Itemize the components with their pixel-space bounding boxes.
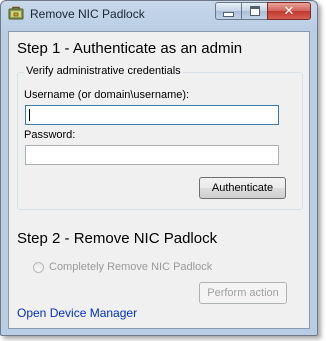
text-caret — [29, 109, 30, 121]
title-bar[interactable]: Remove NIC Padlock ✕ — [1, 1, 317, 27]
password-label: Password: — [24, 129, 76, 141]
open-device-manager-link[interactable]: Open Device Manager — [17, 306, 137, 320]
close-icon: ✕ — [283, 3, 295, 19]
padlock-icon — [8, 6, 24, 22]
maximize-button[interactable] — [241, 2, 267, 20]
perform-action-button[interactable]: Perform action — [199, 282, 287, 304]
step1-heading: Step 1 - Authenticate as an admin — [17, 40, 243, 57]
dialog-body: Step 1 - Authenticate as an admin Verify… — [8, 31, 310, 329]
remove-padlock-option[interactable]: Completely Remove NIC Padlock — [33, 261, 212, 273]
remove-padlock-radio[interactable] — [33, 261, 44, 273]
maximize-icon — [249, 6, 260, 16]
app-window: Remove NIC Padlock ✕ Step 1 - Authentica… — [0, 0, 318, 336]
minimize-icon — [223, 11, 234, 17]
password-input[interactable] — [25, 145, 279, 165]
minimize-button[interactable] — [215, 2, 241, 20]
caption-buttons: ✕ — [215, 2, 311, 20]
remove-padlock-radio-label: Completely Remove NIC Padlock — [49, 261, 213, 273]
window-title: Remove NIC Padlock — [30, 7, 145, 21]
username-label: Username (or domain\username): — [24, 89, 190, 101]
step2-heading: Step 2 - Remove NIC Padlock — [17, 230, 218, 247]
authenticate-button[interactable]: Authenticate — [199, 177, 286, 199]
credentials-group-title: Verify administrative credentials — [24, 65, 183, 77]
username-input[interactable] — [25, 105, 279, 125]
close-button[interactable]: ✕ — [267, 2, 311, 20]
